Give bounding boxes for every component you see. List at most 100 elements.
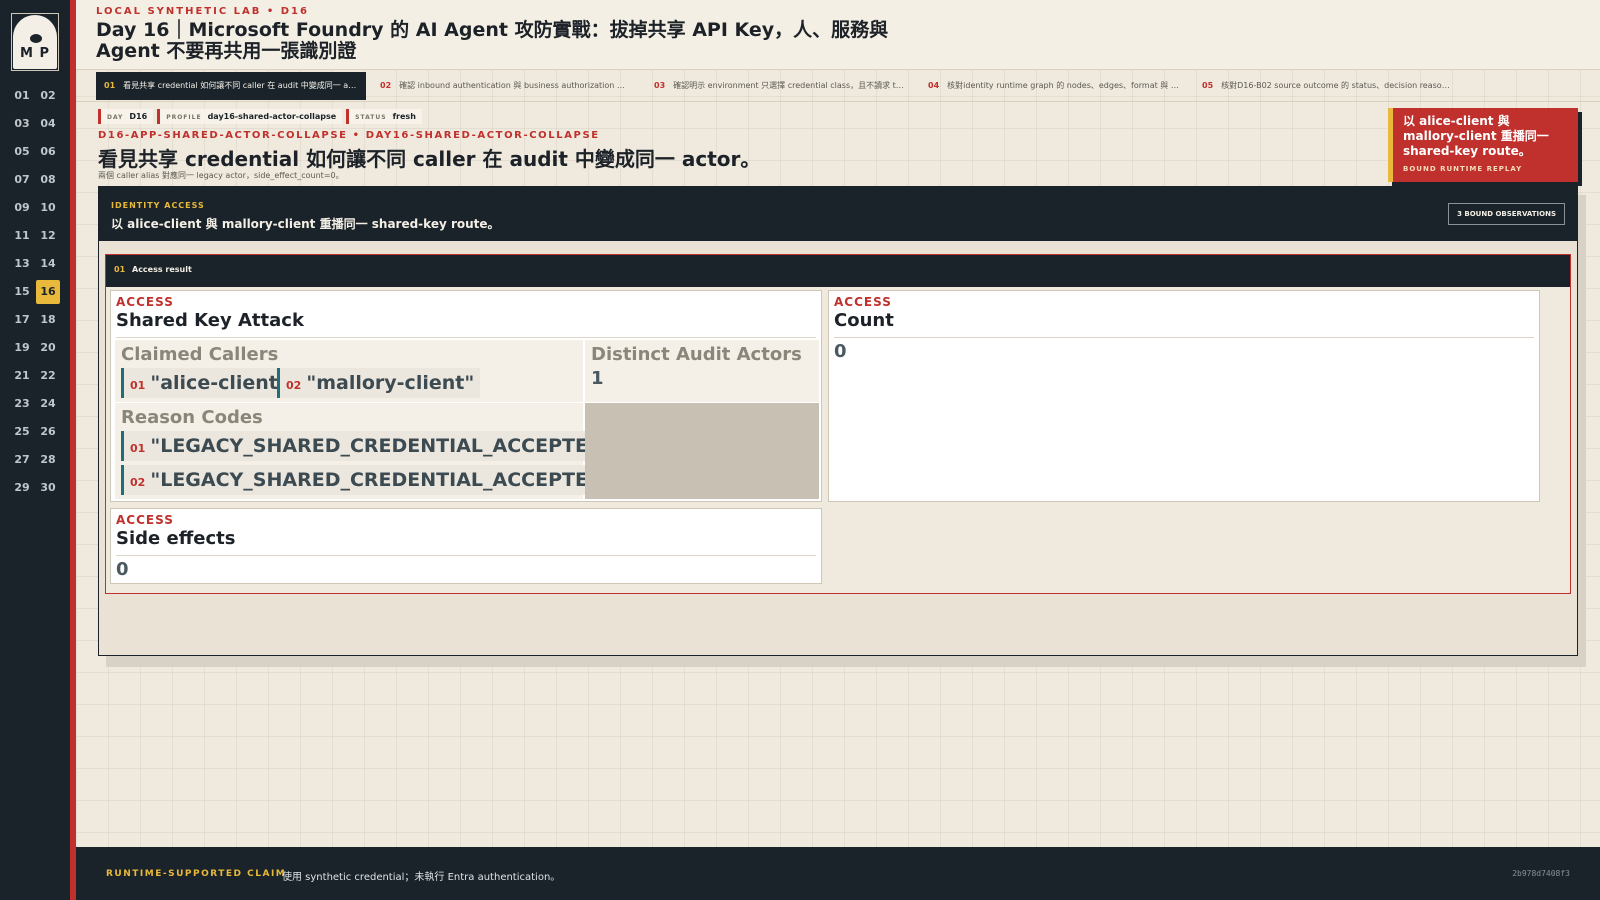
count-value: 0 xyxy=(834,341,847,362)
footer-claim-text: 使用 synthetic credential；未執行 Entra authen… xyxy=(282,872,561,883)
day-link-04[interactable]: 04 xyxy=(36,112,60,136)
tab-number: 02 xyxy=(380,81,392,90)
scene-subtitle: 兩個 caller alias 對應同一 legacy actor，side_e… xyxy=(98,171,344,180)
shared-key-attack-card: ACCESS Shared Key Attack Claimed Callers… xyxy=(110,290,822,502)
profile-chip-value: day16-shared-actor-collapse xyxy=(207,112,337,121)
day-chip: DAY D16 xyxy=(98,109,154,124)
day-link-30[interactable]: 30 xyxy=(36,476,60,500)
tabs-divider xyxy=(76,101,1600,102)
distinct-actors-value: 1 xyxy=(591,368,604,389)
identity-access-stage: IDENTITY ACCESS 以 alice-client 與 mallory… xyxy=(98,186,1578,656)
stage-title: 以 alice-client 與 mallory-client 重播同一 sha… xyxy=(111,217,500,231)
day-link-22[interactable]: 22 xyxy=(36,364,60,388)
caller-value: "mallory-client" xyxy=(306,372,475,394)
card-divider xyxy=(116,337,816,338)
logo-badge: M P xyxy=(13,15,57,69)
logo-dot-icon xyxy=(30,34,42,43)
card-title: Shared Key Attack xyxy=(116,310,304,331)
tab-01[interactable]: 01 看見共享 credential 如何讓不同 caller 在 audit 中… xyxy=(96,72,366,100)
logo-text: M P xyxy=(20,46,50,61)
card-divider xyxy=(116,555,816,556)
reason-value: "LEGACY_SHARED_CREDENTIAL_ACCEPTED" xyxy=(150,435,614,457)
day-link-24[interactable]: 24 xyxy=(36,392,60,416)
reason-codes-label: Reason Codes xyxy=(121,407,263,428)
day-link-18[interactable]: 18 xyxy=(36,308,60,332)
day-link-16[interactable]: 16 xyxy=(36,280,60,304)
day-link-06[interactable]: 06 xyxy=(36,140,60,164)
tab-label: 確認明示 environment 只選擇 credential class，且不… xyxy=(673,81,914,90)
caller-pill: 01 "alice-client" xyxy=(121,368,294,398)
reason-index: 01 xyxy=(130,442,146,455)
day-chip-key: DAY xyxy=(107,114,124,121)
profile-chip: PROFILE day16-shared-actor-collapse xyxy=(157,109,343,124)
replay-callout: 以 alice-client 與 mallory-client 重播同一 sha… xyxy=(1388,108,1578,182)
count-card: ACCESS Count 0 xyxy=(828,290,1540,502)
card-kind: ACCESS xyxy=(834,295,892,309)
claimed-callers-cell: Claimed Callers 01 "alice-client" 02 "mall… xyxy=(115,340,583,402)
day-link-26[interactable]: 26 xyxy=(36,420,60,444)
day-link-14[interactable]: 14 xyxy=(36,252,60,276)
tab-05[interactable]: 05 核對D16-B02 source outcome 的 status、deci… xyxy=(1194,72,1462,100)
footer-bar: RUNTIME-SUPPORTED CLAIM 使用 synthetic cre… xyxy=(76,847,1600,900)
day-link-23[interactable]: 23 xyxy=(10,392,34,416)
day-link-01[interactable]: 01 xyxy=(10,84,34,108)
day-navigation: 01 02 03 04 05 06 07 08 09 10 11 12 13 14 15 16 17 18 19 20… xyxy=(10,84,62,500)
day-link-10[interactable]: 10 xyxy=(36,196,60,220)
tab-02[interactable]: 02 確認 inbound authentication 與 business a… xyxy=(372,72,640,100)
day-link-19[interactable]: 19 xyxy=(10,336,34,360)
day-link-21[interactable]: 21 xyxy=(10,364,34,388)
day-link-12[interactable]: 12 xyxy=(36,224,60,248)
side-effects-value: 0 xyxy=(116,559,129,580)
scene-title: 看見共享 credential 如何讓不同 caller 在 audit 中變成… xyxy=(98,147,761,171)
reason-codes-cell: Reason Codes 01 "LEGACY_SHARED_CREDENTIAL… xyxy=(115,403,620,499)
distinct-actors-cell: Distinct Audit Actors 1 xyxy=(585,340,819,402)
day-link-13[interactable]: 13 xyxy=(10,252,34,276)
claimed-callers-label: Claimed Callers xyxy=(121,344,279,365)
day-link-03[interactable]: 03 xyxy=(10,112,34,136)
stage-kicker: IDENTITY ACCESS xyxy=(111,201,205,210)
day-link-28[interactable]: 28 xyxy=(36,448,60,472)
access-result-panel: 01 Access result ACCESS Shared Key Attac… xyxy=(105,254,1571,594)
rail-accent-stripe xyxy=(70,0,76,900)
day-link-11[interactable]: 11 xyxy=(10,224,34,248)
card-kind: ACCESS xyxy=(116,513,174,527)
footer-claim-tag: RUNTIME-SUPPORTED CLAIM xyxy=(106,869,287,879)
day-link-15[interactable]: 15 xyxy=(10,280,34,304)
distinct-actors-label: Distinct Audit Actors xyxy=(591,344,802,365)
day-link-09[interactable]: 09 xyxy=(10,196,34,220)
scene-id: D16-APP-SHARED-ACTOR-COLLAPSE • DAY16-SH… xyxy=(98,130,600,141)
day-link-02[interactable]: 02 xyxy=(36,84,60,108)
day-link-25[interactable]: 25 xyxy=(10,420,34,444)
caller-pill: 02 "mallory-client" xyxy=(277,368,481,398)
tab-number: 05 xyxy=(1202,81,1214,90)
day-link-29[interactable]: 29 xyxy=(10,476,34,500)
logo[interactable]: M P xyxy=(11,13,59,71)
empty-cell xyxy=(585,403,819,499)
day-link-17[interactable]: 17 xyxy=(10,308,34,332)
side-effects-card: ACCESS Side effects 0 xyxy=(110,508,822,584)
stage-header: IDENTITY ACCESS 以 alice-client 與 mallory… xyxy=(99,187,1577,241)
status-chip: STATUS fresh xyxy=(346,109,422,124)
caller-value: "alice-client" xyxy=(150,372,288,394)
reason-pill: 01 "LEGACY_SHARED_CREDENTIAL_ACCEPTED" xyxy=(121,431,620,461)
card-title: Count xyxy=(834,310,894,331)
card-title: Side effects xyxy=(116,528,236,549)
page-title: Day 16｜Microsoft Foundry 的 AI Agent 攻防實戰… xyxy=(96,19,889,62)
day-link-08[interactable]: 08 xyxy=(36,168,60,192)
day-link-27[interactable]: 27 xyxy=(10,448,34,472)
tab-label: 看見共享 credential 如何讓不同 caller 在 audit 中變成… xyxy=(123,81,366,90)
sidebar: M P 01 02 03 04 05 06 07 08 09 10 11 12 13 14 15 16 17 18… xyxy=(0,0,70,900)
day-link-05[interactable]: 05 xyxy=(10,140,34,164)
tab-label: 核對identity runtime graph 的 nodes、edges、f… xyxy=(947,81,1188,90)
tab-03[interactable]: 03 確認明示 environment 只選擇 credential class，… xyxy=(646,72,914,100)
card-divider xyxy=(834,337,1534,338)
bound-observations-button[interactable]: 3 BOUND OBSERVATIONS xyxy=(1448,203,1565,225)
day-link-07[interactable]: 07 xyxy=(10,168,34,192)
day-link-20[interactable]: 20 xyxy=(36,336,60,360)
tab-04[interactable]: 04 核對identity runtime graph 的 nodes、edges… xyxy=(920,72,1188,100)
tab-number: 03 xyxy=(654,81,666,90)
caller-index: 02 xyxy=(286,379,302,392)
access-result-header: 01 Access result xyxy=(106,255,1570,287)
header-kicker: LOCAL SYNTHETIC LAB • D16 xyxy=(96,6,309,17)
card-kind: ACCESS xyxy=(116,295,174,309)
